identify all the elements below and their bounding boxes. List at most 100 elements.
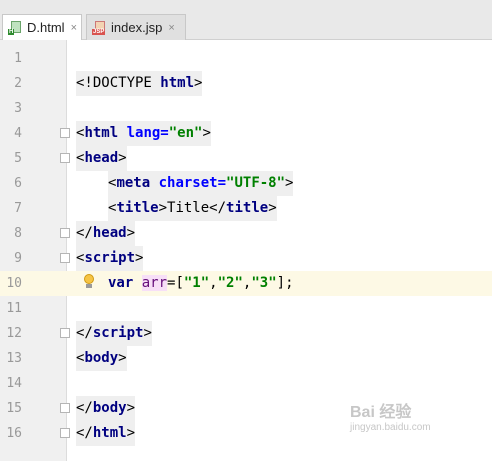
line-number: 13 bbox=[6, 351, 22, 366]
line-number: 14 bbox=[6, 376, 22, 391]
code-lines: 1 2 <!DOCTYPE html> 3 4 <html lang="en"> 5 <hea… bbox=[0, 46, 492, 446]
line-number: 11 bbox=[6, 301, 22, 316]
code-line[interactable]: 8 </head> bbox=[0, 221, 492, 246]
code-line[interactable]: 1 bbox=[0, 46, 492, 71]
code-token: > bbox=[285, 175, 294, 191]
html-file-icon: H bbox=[8, 20, 22, 35]
code-line[interactable]: 3 bbox=[0, 96, 492, 121]
line-number: 2 bbox=[14, 76, 22, 91]
code-token: > bbox=[268, 200, 277, 216]
fold-marker-icon[interactable] bbox=[60, 153, 70, 163]
code-token: html bbox=[84, 125, 127, 141]
code-token: ]; bbox=[276, 275, 294, 291]
fold-marker-icon[interactable] bbox=[60, 403, 70, 413]
line-number: 12 bbox=[6, 326, 22, 341]
close-icon[interactable]: × bbox=[168, 22, 174, 34]
lightbulb-icon[interactable] bbox=[83, 274, 95, 292]
code-text: </head> bbox=[76, 221, 136, 246]
code-line[interactable]: 11 bbox=[0, 296, 492, 321]
code-token: "UTF-8" bbox=[226, 175, 286, 191]
code-text: </body> bbox=[76, 396, 136, 421]
code-line[interactable]: 2 <!DOCTYPE html> bbox=[0, 71, 492, 96]
line-number: 3 bbox=[14, 101, 22, 116]
close-icon[interactable]: × bbox=[71, 22, 77, 34]
code-line[interactable]: 14 bbox=[0, 371, 492, 396]
jsp-file-icon: JSP bbox=[92, 20, 106, 35]
tab-label: D.html bbox=[27, 20, 65, 35]
code-token: "2" bbox=[217, 275, 243, 291]
line-number: 7 bbox=[14, 201, 22, 216]
fold-marker-icon[interactable] bbox=[60, 128, 70, 138]
watermark: Bai 经验 jingyan.baidu.com bbox=[350, 398, 480, 448]
code-text: <script> bbox=[76, 246, 144, 271]
code-line[interactable]: 6 <meta charset="UTF-8"> bbox=[0, 171, 492, 196]
code-text: <meta charset="UTF-8"> bbox=[108, 171, 294, 196]
code-text: <html lang="en"> bbox=[76, 121, 211, 146]
code-token: > bbox=[135, 250, 144, 266]
code-line[interactable]: 13 <body> bbox=[0, 346, 492, 371]
code-token: > bbox=[126, 400, 136, 416]
code-text: var arr=["1","2","3"]; bbox=[108, 271, 294, 296]
code-token: html bbox=[92, 425, 127, 441]
code-line[interactable]: 10 var arr=["1","2","3"]; bbox=[0, 271, 492, 296]
code-token: var bbox=[108, 275, 142, 291]
fold-marker-icon[interactable] bbox=[60, 328, 70, 338]
code-text: </script> bbox=[76, 321, 152, 346]
code-token: "1" bbox=[183, 275, 210, 291]
code-token: > bbox=[143, 325, 152, 341]
code-token: > bbox=[194, 75, 203, 91]
code-token: =[ bbox=[167, 275, 184, 291]
code-token: charset= bbox=[158, 175, 227, 191]
code-token: html bbox=[160, 75, 195, 91]
line-number: 4 bbox=[14, 126, 22, 141]
code-token: > bbox=[202, 125, 211, 141]
line-number: 1 bbox=[14, 51, 22, 66]
tab-index-jsp[interactable]: JSP index.jsp × bbox=[86, 14, 186, 40]
code-token: arr bbox=[141, 275, 168, 291]
code-token: >Title</ bbox=[158, 200, 227, 216]
code-line[interactable]: 9 <script> bbox=[0, 246, 492, 271]
code-token: "en" bbox=[168, 125, 203, 141]
code-token: meta bbox=[116, 175, 159, 191]
code-token: </ bbox=[76, 425, 93, 441]
line-number: 6 bbox=[14, 176, 22, 191]
fold-marker-icon[interactable] bbox=[60, 253, 70, 263]
code-token: script bbox=[84, 250, 136, 266]
code-token: "3" bbox=[251, 275, 277, 291]
code-token: title bbox=[116, 200, 159, 216]
code-token: </ bbox=[76, 325, 93, 341]
code-text: <head> bbox=[76, 146, 127, 171]
editor-tab-bar: H D.html × JSP index.jsp × bbox=[0, 0, 492, 40]
line-number: 16 bbox=[6, 426, 22, 441]
code-line[interactable]: 4 <html lang="en"> bbox=[0, 121, 492, 146]
line-number: 5 bbox=[14, 151, 22, 166]
code-token: body bbox=[92, 400, 127, 416]
code-line[interactable]: 7 <title>Title</title> bbox=[0, 196, 492, 221]
code-token: head bbox=[84, 150, 119, 166]
line-number: 9 bbox=[14, 251, 22, 266]
code-line[interactable]: 5 <head> bbox=[0, 146, 492, 171]
code-token: > bbox=[118, 350, 127, 366]
code-text: <title>Title</title> bbox=[108, 196, 277, 221]
watermark-url: jingyan.baidu.com bbox=[350, 422, 431, 433]
code-token: lang= bbox=[126, 125, 169, 141]
line-number: 8 bbox=[14, 226, 22, 241]
code-token: > bbox=[126, 225, 136, 241]
fold-marker-icon[interactable] bbox=[60, 428, 70, 438]
code-token: script bbox=[92, 325, 144, 341]
code-token: title bbox=[226, 200, 269, 216]
code-token: > bbox=[126, 425, 136, 441]
code-text: <!DOCTYPE html> bbox=[76, 71, 203, 96]
code-token: </ bbox=[76, 400, 93, 416]
tab-d-html[interactable]: H D.html × bbox=[2, 14, 82, 40]
tab-label: index.jsp bbox=[111, 20, 163, 35]
code-line[interactable]: 12 </script> bbox=[0, 321, 492, 346]
line-number: 15 bbox=[6, 401, 22, 416]
code-text: </html> bbox=[76, 421, 136, 446]
fold-marker-icon[interactable] bbox=[60, 228, 70, 238]
code-token: , bbox=[209, 275, 218, 291]
watermark-text: Bai 经验 bbox=[350, 404, 412, 421]
code-token: head bbox=[92, 225, 127, 241]
code-token: </ bbox=[76, 225, 93, 241]
line-number: 10 bbox=[6, 276, 22, 291]
